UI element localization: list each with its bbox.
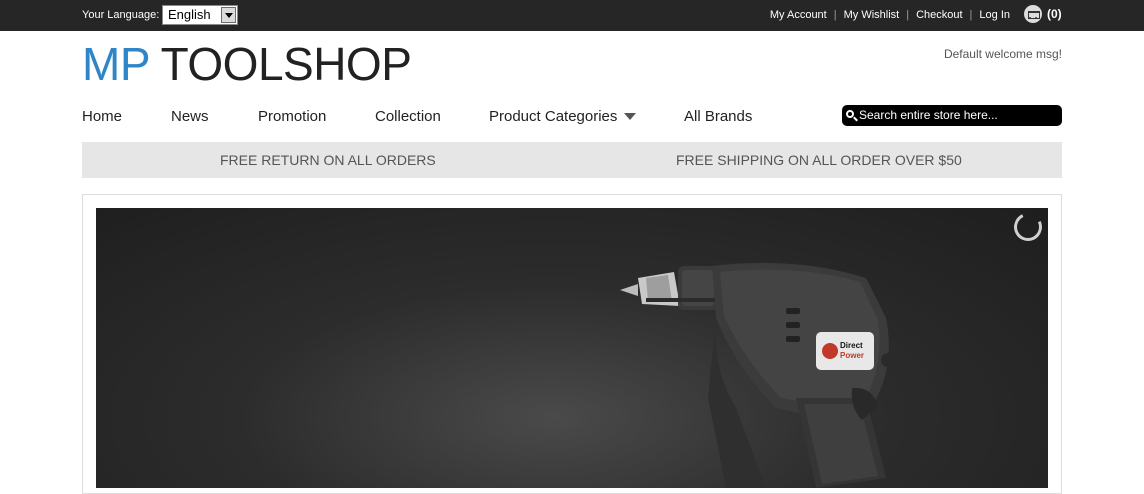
nav-item-promotion[interactable]: Promotion — [258, 108, 326, 125]
nav-item-collection[interactable]: Collection — [375, 108, 441, 125]
search-icon[interactable] — [846, 110, 854, 118]
nav-item-product-categories-label: Product Categories — [489, 108, 618, 125]
brand-label-line2: Power — [840, 351, 864, 360]
nav-item-product-categories[interactable]: Product Categories — [489, 108, 637, 125]
account-links: My Account | My Wishlist | Checkout | Lo… — [770, 9, 1010, 21]
site-logo[interactable]: MP TOOLSHOP — [82, 38, 412, 90]
link-separator: | — [833, 9, 837, 21]
my-wishlist-link[interactable]: My Wishlist — [844, 9, 900, 21]
search-input[interactable]: Search entire store here... — [842, 105, 1062, 126]
my-account-link[interactable]: My Account — [770, 9, 827, 21]
power-drill-image: Direct Power — [620, 262, 895, 488]
hero-banner[interactable]: Direct Power — [96, 208, 1048, 488]
promo-strip: FREE RETURN ON ALL ORDERS FREE SHIPPING … — [82, 142, 1062, 178]
brand-label-line1: Direct — [840, 341, 863, 350]
nav-item-home[interactable]: Home — [82, 108, 122, 125]
search-placeholder: Search entire store here... — [859, 108, 998, 122]
language-select[interactable]: English — [162, 5, 238, 25]
logo-prefix: MP — [82, 38, 150, 90]
promo-free-return: FREE RETURN ON ALL ORDERS — [220, 152, 436, 168]
welcome-message: Default welcome msg! — [943, 47, 1062, 61]
cart-icon[interactable] — [1024, 5, 1042, 23]
cart-count[interactable]: (0) — [1047, 7, 1062, 21]
link-separator: | — [969, 9, 973, 21]
logo-suffix: TOOLSHOP — [149, 38, 412, 90]
language-label: Your Language: — [82, 9, 160, 21]
language-select-value: English — [168, 7, 211, 22]
log-in-link[interactable]: Log In — [979, 9, 1010, 21]
promo-free-shipping: FREE SHIPPING ON ALL ORDER OVER $50 — [676, 152, 962, 168]
cart-button[interactable]: (0) — [1024, 5, 1062, 23]
nav-item-all-brands[interactable]: All Brands — [684, 108, 752, 125]
checkout-link[interactable]: Checkout — [916, 9, 962, 21]
top-bar: Your Language: English My Account | My W… — [0, 0, 1144, 31]
link-separator: | — [906, 9, 910, 21]
nav-item-news[interactable]: News — [171, 108, 209, 125]
dropdown-arrow-icon[interactable] — [221, 7, 236, 23]
loading-spinner-icon — [1010, 209, 1046, 245]
chevron-down-icon[interactable] — [624, 112, 637, 120]
